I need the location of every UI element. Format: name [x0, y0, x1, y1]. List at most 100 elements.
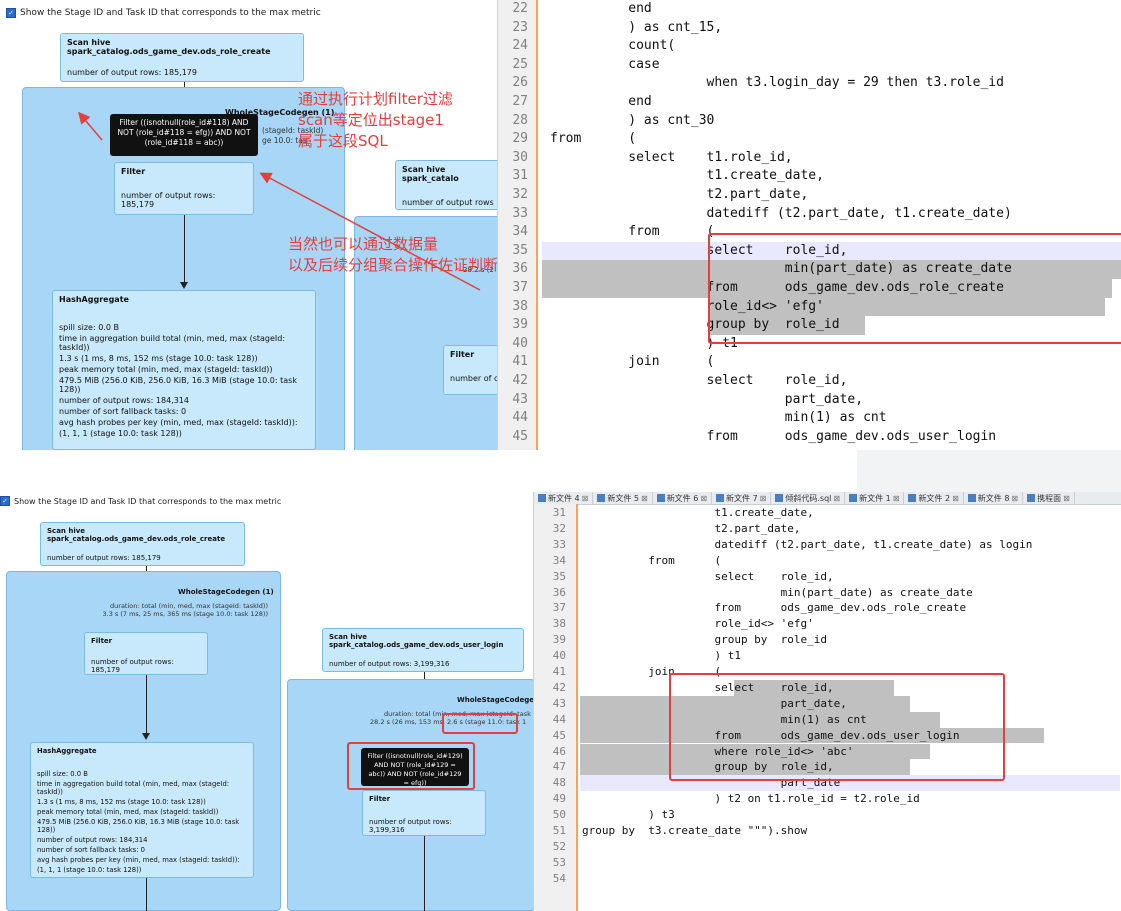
code-line[interactable]: 26 when t3.login_day = 29 then t3.role_i…: [498, 74, 1121, 93]
file-tab[interactable]: 新文件 8 ⊠: [964, 492, 1024, 504]
close-icon[interactable]: ⊠: [1011, 494, 1018, 503]
line-number: 29: [512, 131, 528, 147]
code-line[interactable]: 52: [534, 839, 1121, 855]
code-line[interactable]: 43 part_date,: [498, 391, 1121, 410]
filter-tooltip: Filter ((isnotnull(role_id#129) AND NOT …: [361, 748, 469, 787]
code-text: ) t2 on t1.role_id = t2.role_id: [582, 792, 920, 806]
line-number: 33: [552, 537, 566, 551]
highlight-box: [708, 233, 1121, 344]
scan-role-create-node[interactable]: Scan hive spark_catalog.ods_game_dev.ods…: [40, 522, 245, 566]
close-icon[interactable]: ⊠: [582, 494, 589, 503]
code-line[interactable]: 33 datediff (t2.part_date, t1.create_dat…: [498, 205, 1121, 224]
node-title: HashAggregate: [37, 747, 97, 755]
code-text: ) t3: [582, 808, 675, 822]
line-number: 41: [512, 354, 528, 370]
tab-label: 新文件 8: [977, 493, 1010, 503]
hashagg-line: number of output rows: 184,314: [37, 836, 148, 844]
code-line[interactable]: 54: [534, 871, 1121, 887]
code-text: datediff (t2.part_date, t1.create_date) …: [582, 537, 1033, 551]
file-tab[interactable]: 新文件 4 ⊠: [534, 492, 594, 504]
checkbox-checked-icon[interactable]: ✓: [0, 496, 10, 506]
code-text: from (: [550, 131, 637, 147]
file-tab[interactable]: 新文件 6 ⊠: [653, 492, 713, 504]
code-line[interactable]: 25 case: [498, 56, 1121, 75]
code-line[interactable]: 41 join (: [498, 353, 1121, 372]
line-number: 40: [512, 335, 528, 351]
code-line[interactable]: 31 t1.create_date,: [498, 167, 1121, 186]
code-line[interactable]: 37 from ods_game_dev.ods_role_create: [534, 600, 1121, 616]
close-icon[interactable]: ⊠: [833, 494, 840, 503]
code-text: select role_id,: [582, 569, 834, 583]
annotation-arrows: [78, 111, 481, 291]
code-line[interactable]: 22 end: [498, 0, 1121, 19]
code-line[interactable]: 29 from (: [498, 130, 1121, 149]
code-line[interactable]: 30 select t1.role_id,: [498, 149, 1121, 168]
hashagg-line: avg hash probes per key (min, med, max (…: [37, 856, 240, 864]
wsc-duration: duration: total (min, med, max (stageId:…: [90, 602, 269, 618]
close-icon[interactable]: ⊠: [641, 494, 648, 503]
show-stage-checkbox[interactable]: ✓ Show the Stage ID and Task ID that cor…: [0, 496, 281, 506]
line-number: 40: [552, 649, 566, 663]
hashagg-line: 479.5 MiB (256.0 KiB, 256.0 KiB, 16.3 Mi…: [37, 818, 240, 834]
code-line[interactable]: 44 min(1) as cnt: [498, 409, 1121, 428]
line-number: 32: [512, 187, 528, 202]
code-text: select role_id,: [550, 373, 848, 388]
code-line[interactable]: 32 t2.part_date,: [498, 186, 1121, 205]
file-tab[interactable]: 新文件 1 ⊠: [845, 492, 905, 504]
code-line[interactable]: 24 count(: [498, 37, 1121, 56]
line-number: 51: [552, 824, 566, 837]
code-text: ) as cnt_15,: [550, 19, 723, 35]
line-number: 35: [552, 569, 566, 583]
close-icon[interactable]: ⊠: [760, 494, 767, 503]
code-editor-bottom[interactable]: 新文件 4 ⊠ 新文件 5 ⊠ 新文件 6 ⊠ 新文件 7 ⊠ 倾斜代码.sql ⊠ 新文件 1 ⊠ 新…: [533, 492, 1121, 911]
code-line[interactable]: 39 group by role_id: [534, 632, 1121, 648]
file-tab[interactable]: 携程面 ⊠: [1023, 492, 1075, 504]
code-line[interactable]: 36 min(part_date) as create_date: [534, 585, 1121, 601]
code-line[interactable]: 34 from (: [534, 553, 1121, 569]
code-line[interactable]: 53: [534, 855, 1121, 871]
code-line[interactable]: 32 t2.part_date,: [534, 521, 1121, 537]
line-number: 37: [552, 601, 566, 615]
top-panel: ✓ Show the Stage ID and Task ID that cor…: [0, 0, 1121, 450]
line-number: 44: [512, 410, 528, 426]
file-tab[interactable]: 新文件 5 ⊠: [593, 492, 653, 504]
code-line[interactable]: 28 ) as cnt_30: [498, 112, 1121, 131]
hashaggregate-node[interactable]: HashAggregate spill size: 0.0 B time in …: [30, 742, 254, 878]
code-text: count(: [550, 38, 676, 54]
code-line[interactable]: 33 datediff (t2.part_date, t1.create_dat…: [534, 537, 1121, 553]
filter-node[interactable]: Filter number of output rows: 185,179: [84, 632, 208, 675]
code-text: end: [550, 94, 652, 109]
code-editor-top[interactable]: 22 end 23 ) as cnt_15, 24 count(25 case 26 …: [497, 0, 1121, 450]
file-tab[interactable]: 新文件 7 ⊠: [712, 492, 772, 504]
code-line[interactable]: 42 select role_id,: [498, 372, 1121, 391]
line-number: 42: [512, 373, 528, 388]
close-icon[interactable]: ⊠: [952, 494, 959, 503]
code-line[interactable]: 35 select role_id,: [534, 569, 1121, 585]
code-lines: 22 end 23 ) as cnt_15, 24 count(25 case 26 …: [498, 0, 1121, 450]
code-line[interactable]: 27 end: [498, 93, 1121, 112]
file-tab[interactable]: 倾斜代码.sql ⊠: [771, 492, 846, 504]
scan-user-login-node[interactable]: Scan hive spark_catalog.ods_game_dev.ods…: [322, 628, 524, 672]
close-icon[interactable]: ⊠: [1063, 494, 1070, 503]
file-tab[interactable]: 新文件 2 ⊠: [904, 492, 964, 504]
close-icon[interactable]: ⊠: [700, 494, 707, 503]
code-line[interactable]: 49 ) t2 on t1.role_id = t2.role_id: [534, 791, 1121, 807]
tab-label: 新文件 7: [726, 493, 758, 503]
code-line[interactable]: 40 ) t1: [534, 648, 1121, 664]
filter-node-2[interactable]: Filter number of output rows: 3,199,316: [362, 790, 486, 836]
code-line[interactable]: 38 role_id<> 'efg': [534, 616, 1121, 632]
code-line[interactable]: 31 t1.create_date,: [534, 505, 1121, 521]
code-line[interactable]: 45 from ods_game_dev.ods_user_login: [498, 428, 1121, 447]
bottom-panel: ✓ Show the Stage ID and Task ID that cor…: [0, 492, 1121, 911]
file-icon: [1027, 494, 1036, 502]
code-line[interactable]: 23 ) as cnt_15,: [498, 19, 1121, 38]
file-icon: [656, 494, 665, 502]
node-title: Scan hive spark_catalog.ods_game_dev.ods…: [47, 527, 226, 543]
line-number: 35: [512, 242, 528, 258]
code-line[interactable]: 50 ) t3: [534, 807, 1121, 823]
close-icon[interactable]: ⊠: [893, 494, 900, 503]
line-number: 37: [512, 280, 528, 295]
code-text: end: [550, 1, 652, 16]
code-line[interactable]: 51 group by t3.create_date """).show: [534, 823, 1121, 839]
line-number: 24: [512, 38, 528, 54]
